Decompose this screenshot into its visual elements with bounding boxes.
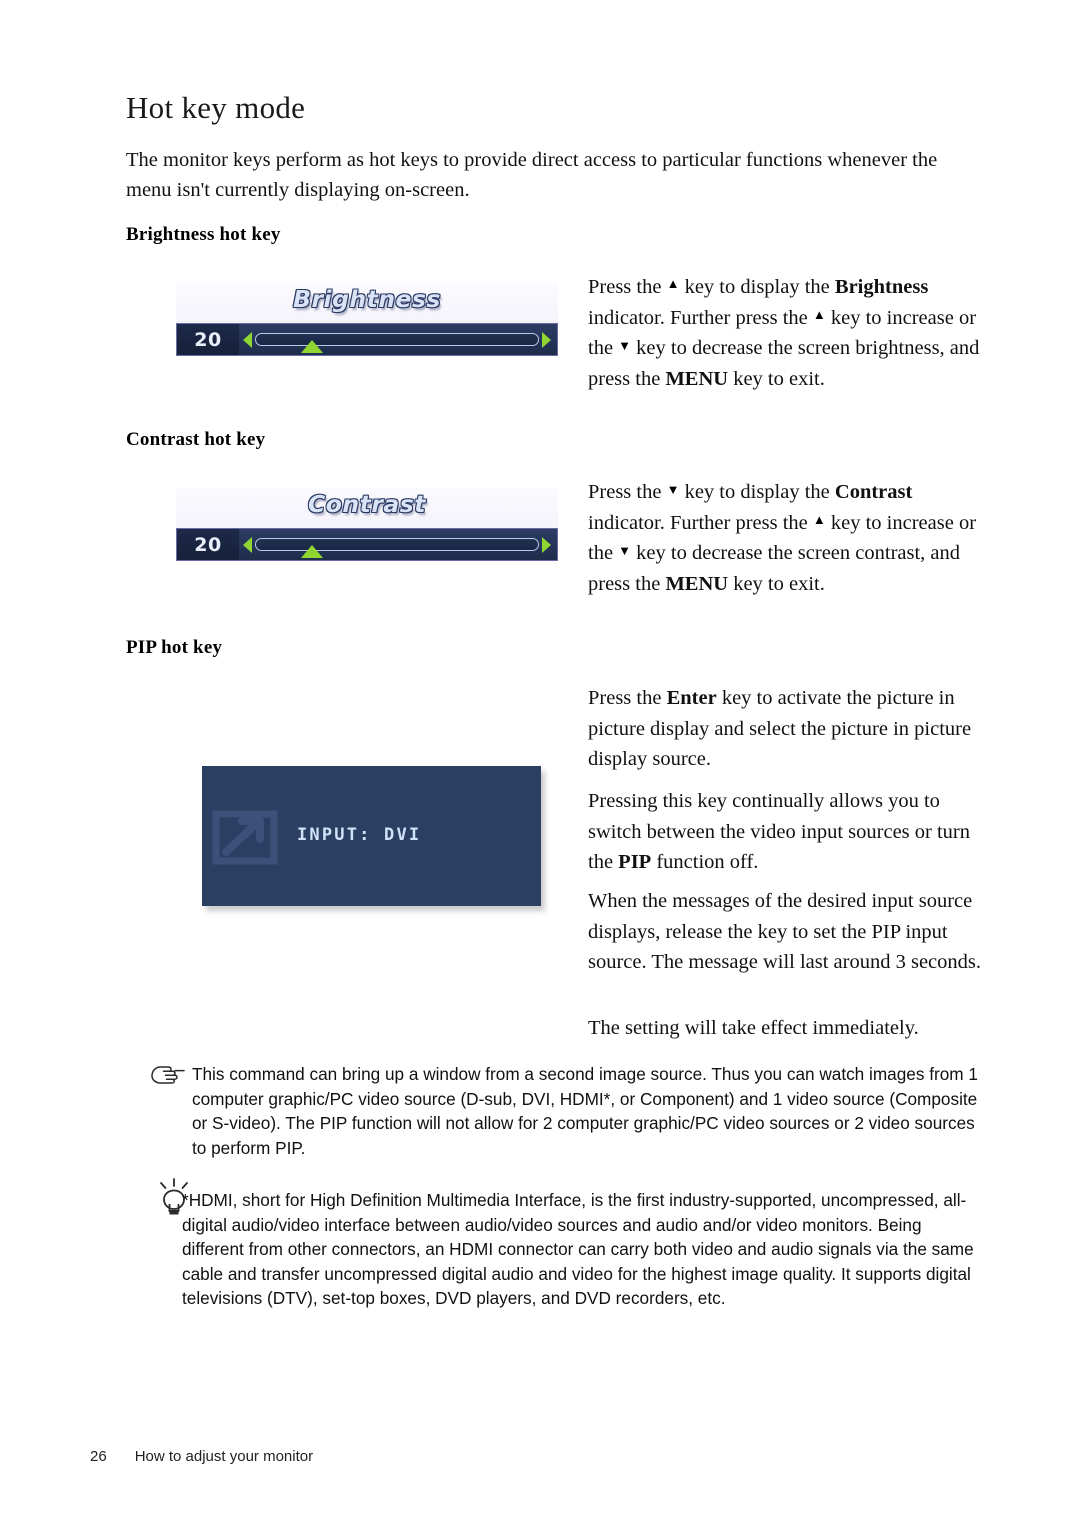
triangle-left-icon[interactable] — [243, 331, 252, 348]
note-pip-text: This command can bring up a window from … — [192, 1064, 978, 1158]
arrow-up-icon: ▲ — [812, 306, 826, 322]
contrast-text-3: indicator. Further press the — [588, 511, 813, 534]
brightness-text-1: Press the — [588, 276, 667, 298]
pip-instructions-2: Pressing this key continually allows you… — [588, 786, 983, 878]
osd-contrast-track[interactable] — [255, 538, 539, 558]
pip-instructions-3: When the messages of the desired input s… — [588, 890, 982, 974]
osd-contrast-track-wrap — [239, 529, 557, 560]
osd-contrast-widget: Contrast 20 — [176, 488, 558, 566]
contrast-text-2: key to display the — [679, 481, 835, 503]
contrast-bold-2: MENU — [665, 572, 729, 595]
pip-p2-bold: PIP — [618, 851, 652, 874]
arrow-up-icon: ▲ — [812, 511, 826, 527]
osd-brightness-title-area: Brightness — [176, 283, 558, 323]
brightness-instructions: Press the ▲ key to display the Brightnes… — [588, 272, 983, 394]
footer-chapter: How to adjust your monitor — [134, 1448, 314, 1465]
page-footer: 26 How to adjust your monitor — [90, 1448, 313, 1465]
section-heading-contrast: Contrast hot key — [126, 429, 266, 450]
brightness-bold-2: MENU — [665, 367, 729, 390]
pip-p1-pre: Press the — [588, 687, 667, 709]
triangle-up-knob-icon[interactable] — [301, 545, 324, 558]
brightness-text-6: key to exit. — [728, 367, 825, 390]
osd-pip-input-label: INPUT: DVI — [297, 825, 422, 845]
triangle-right-icon[interactable] — [542, 331, 551, 348]
input-source-arrow-icon — [212, 810, 278, 865]
intro-paragraph: The monitor keys perform as hot keys to … — [126, 149, 938, 201]
brightness-bold-1: Brightness — [834, 276, 929, 298]
footer-page-number: 26 — [90, 1448, 107, 1465]
contrast-bold-1: Contrast — [834, 481, 913, 503]
contrast-text-6: key to exit. — [728, 572, 825, 595]
brightness-text-2: key to display the — [679, 276, 835, 298]
osd-brightness-widget: Brightness 20 — [176, 283, 558, 361]
osd-brightness-track[interactable] — [255, 333, 539, 353]
pip-instructions-1: Press the Enter key to activate the pict… — [588, 683, 983, 775]
contrast-instructions: Press the ▼ key to display the Contrast … — [588, 477, 983, 599]
manual-page: Hot key mode The monitor keys perform as… — [0, 0, 1080, 1528]
triangle-right-icon[interactable] — [542, 536, 551, 553]
section-heading-pip: PIP hot key — [126, 637, 223, 658]
contrast-text-1: Press the — [588, 481, 667, 503]
arrow-down-icon: ▼ — [618, 543, 632, 559]
note-hdmi-text: *HDMI, short for High Definition Multime… — [182, 1190, 974, 1309]
arrow-up-icon: ▲ — [666, 276, 680, 291]
triangle-left-icon[interactable] — [243, 536, 252, 553]
osd-pip-message-box: INPUT: DVI — [202, 766, 541, 906]
osd-contrast-value: 20 — [177, 529, 239, 560]
osd-contrast-bar: 20 — [176, 528, 558, 561]
osd-brightness-bar: 20 — [176, 323, 558, 356]
brightness-text-3: indicator. Further press the — [588, 306, 813, 329]
osd-brightness-title: Brightness — [293, 287, 441, 313]
osd-brightness-track-wrap — [239, 324, 557, 355]
section-heading-brightness: Brightness hot key — [126, 224, 281, 245]
pip-instructions-4: The setting will take effect immediately… — [588, 1017, 919, 1039]
osd-brightness-value: 20 — [177, 324, 239, 355]
pip-p1-bold: Enter — [666, 687, 717, 709]
pip-p2-post: function off. — [651, 851, 759, 874]
page-title: Hot key mode — [126, 90, 306, 125]
osd-contrast-title: Contrast — [308, 492, 426, 518]
triangle-up-knob-icon[interactable] — [301, 340, 324, 353]
arrow-down-icon: ▼ — [666, 482, 680, 497]
pointing-hand-icon — [151, 1066, 185, 1084]
arrow-down-icon: ▼ — [618, 338, 632, 354]
osd-contrast-title-area: Contrast — [176, 488, 558, 528]
